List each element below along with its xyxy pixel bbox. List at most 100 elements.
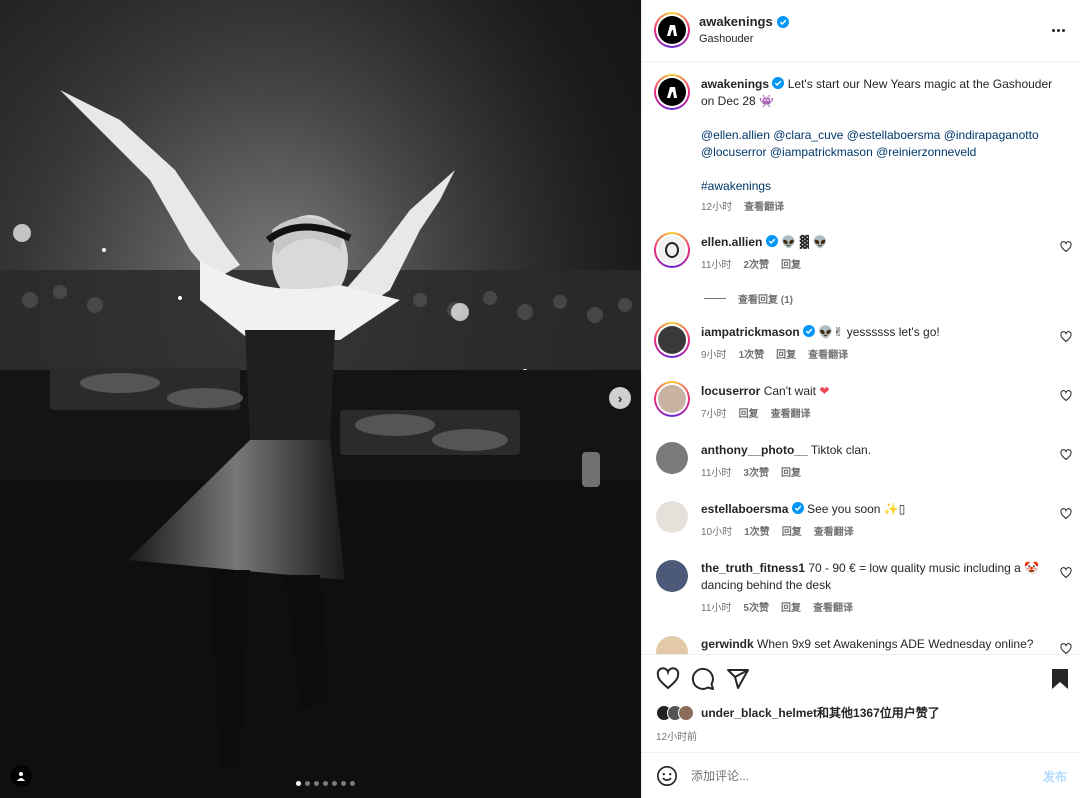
comment-time[interactable]: 10小时 [701,524,732,541]
awakenings-logo-icon [667,87,677,98]
comment-time[interactable]: 9小时 [701,347,727,364]
like-comment-heart-icon[interactable] [1060,449,1072,461]
comment-username[interactable]: anthony__photo__ [701,443,808,457]
emoji-smiley-icon[interactable] [656,765,678,787]
translate-button[interactable]: 查看翻译 [813,600,853,617]
reply-button[interactable]: 回复 [782,524,802,541]
comment-likes[interactable]: 2次赞 [743,257,769,274]
like-comment-heart-icon[interactable] [1060,567,1072,579]
post-time[interactable]: 12小时前 [656,728,697,743]
reply-button[interactable]: 回复 [781,257,801,274]
mention-link[interactable]: @ellen.allien [701,128,770,142]
commenter-avatar[interactable] [656,636,688,654]
comment-text: See you soon [807,502,881,516]
likes-first-user[interactable]: under_black_helmet [701,706,817,720]
comment-username[interactable]: the_truth_fitness1 [701,561,805,575]
like-comment-heart-icon[interactable] [1060,643,1072,654]
comment-bubble-icon[interactable] [691,667,715,691]
verified-badge-icon [776,15,789,28]
comment-time[interactable]: 11小时 [701,465,731,482]
post-photo[interactable]: › [0,0,641,798]
translate-button[interactable]: 查看翻译 [808,347,848,364]
reply-button[interactable]: 回复 [739,406,759,423]
share-paper-plane-icon[interactable] [726,667,750,691]
tagged-users-button[interactable] [10,765,32,787]
like-comment-heart-icon[interactable] [1060,390,1072,402]
comment-likes[interactable]: 3次赞 [743,465,769,482]
mention-link[interactable]: @estellaboersma [847,128,941,142]
comment-body: anthony__photo__ Tiktok clan. 11小时 3次赞 回… [701,442,1053,482]
mention-link[interactable]: @clara_cuve [773,128,843,142]
comment-likes[interactable]: 1次赞 [744,524,770,541]
comment-time[interactable]: 7小时 [701,406,727,423]
divider-line [704,298,726,299]
comment-username[interactable]: locuserror [701,384,760,398]
reply-button[interactable]: 回复 [776,347,796,364]
comment-body: gerwindk When 9x9 set Awakenings ADE Wed… [701,636,1053,653]
comment-time[interactable]: 11小时 [701,257,731,274]
likes-rest[interactable]: 和其他1367位用户赞了 [817,704,940,721]
comment-emoji: ✨▯ [883,502,906,516]
avatar-face-icon [665,242,679,258]
comment-likes[interactable]: 5次赞 [743,600,769,617]
reply-button[interactable]: 回复 [781,465,801,482]
liker-avatar [678,704,694,721]
mention-link[interactable]: @iampatrickmason [770,145,873,159]
caption-avatar[interactable] [654,74,690,110]
comment-composer: 发布 [642,752,1080,798]
carousel-dot [350,781,355,786]
comment-likes[interactable]: 1次赞 [739,347,765,364]
view-replies-label[interactable]: 查看回复 (1) [738,291,793,306]
carousel-dot [323,781,328,786]
author-username[interactable]: awakenings [699,14,773,29]
comment-time[interactable]: 11小时 [701,600,731,617]
like-comment-heart-icon[interactable] [1060,241,1072,253]
commenter-avatar[interactable] [654,322,690,358]
location-link[interactable]: Gashouder [699,33,753,45]
more-options-button[interactable] [1047,20,1069,40]
comment-username[interactable]: gerwindk [701,637,754,651]
comment-username[interactable]: estellaboersma [701,502,788,516]
caption-username[interactable]: awakenings [701,77,769,91]
like-heart-icon[interactable] [656,667,680,691]
likes-summary[interactable]: under_black_helmet 和其他1367位用户赞了 [656,704,940,721]
like-comment-heart-icon[interactable] [1060,508,1072,520]
comment-body: locuserror Can't wait ❤ 7小时 回复 查看翻译 [701,383,1053,423]
reply-button[interactable]: 回复 [781,600,801,617]
mention-link[interactable]: @locuserror [701,145,767,159]
commenter-avatar[interactable] [654,381,690,417]
like-comment-heart-icon[interactable] [1060,331,1072,343]
author-avatar[interactable] [654,12,690,48]
view-replies-button[interactable]: 查看回复 (1) [704,291,793,306]
commenter-avatar[interactable] [654,232,690,268]
next-image-button[interactable]: › [609,387,631,409]
translate-button[interactable]: 查看翻译 [744,199,784,216]
caption-time[interactable]: 12小时 [701,199,732,216]
comment-text: 70 - 90 € = low quality music including … [808,561,1021,575]
comment-text: Can't wait [763,384,817,398]
mention-link[interactable]: @reinierzonneveld [876,145,976,159]
verified-badge-icon [791,502,804,514]
verified-badge-icon [803,325,816,337]
comment-text: When 9x9 set Awakenings ADE Wednesday on… [757,637,1034,651]
bookmark-icon[interactable] [1048,667,1072,691]
commenter-avatar[interactable] [656,501,688,533]
comment-body: estellaboersma See you soon ✨▯ 10小时 1次赞 … [701,501,1053,541]
commenter-avatar[interactable] [656,442,688,474]
post-comment-button[interactable]: 发布 [1043,768,1067,785]
commenter-avatar[interactable] [656,560,688,592]
comments-list[interactable]: awakenings Let's start our New Years mag… [642,62,1080,654]
translate-button[interactable]: 查看翻译 [814,524,854,541]
comment-username[interactable]: ellen.allien [701,235,762,249]
carousel-dot [332,781,337,786]
translate-button[interactable]: 查看翻译 [771,406,811,423]
comment-emoji: 👽✌ [818,325,844,339]
hashtag-link[interactable]: #awakenings [701,179,771,193]
mention-link[interactable]: @indirapaganotto [944,128,1039,142]
comment-username[interactable]: iampatrickmason [701,325,800,339]
post-side-panel: awakenings Gashouder awakenings Let's st… [641,0,1080,798]
red-heart-emoji: ❤ [819,384,830,398]
author-username-row[interactable]: awakenings [699,14,789,29]
verified-badge-icon [772,77,785,89]
comment-input[interactable] [691,766,1021,786]
